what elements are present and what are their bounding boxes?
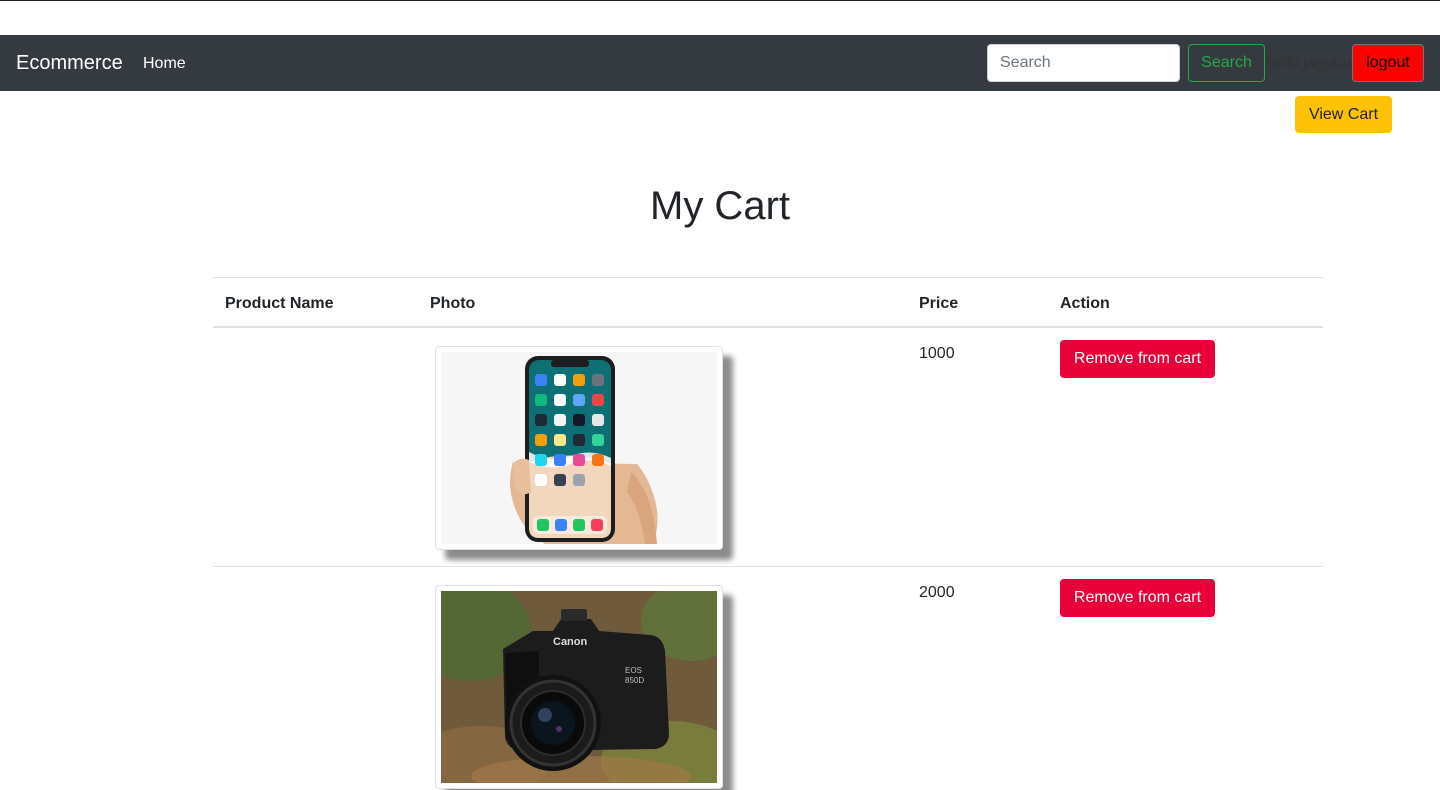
search-input[interactable] xyxy=(987,44,1180,82)
user-greeting: hello jaguuu xyxy=(1265,55,1352,72)
product-photo-phone xyxy=(435,346,723,550)
brand-link[interactable]: Ecommerce xyxy=(16,51,123,75)
product-price: 2000 xyxy=(919,584,955,601)
search-button[interactable]: Search xyxy=(1188,44,1265,82)
view-cart-button[interactable]: View Cart xyxy=(1295,96,1392,133)
table-row: Canon EOS 850D 2000 Remove from cart xyxy=(213,567,1323,790)
header-action: Action xyxy=(1060,295,1110,312)
remove-from-cart-button[interactable]: Remove from cart xyxy=(1060,579,1215,617)
navbar: Ecommerce Home Search hello jaguuu logou… xyxy=(0,35,1440,91)
header-price: Price xyxy=(919,295,959,312)
nav-home-link[interactable]: Home xyxy=(143,54,186,74)
header-product-name: Product Name xyxy=(225,295,334,312)
camera-photo: Canon EOS 850D xyxy=(441,591,717,783)
logout-button[interactable]: logout xyxy=(1352,44,1424,82)
svg-text:850D: 850D xyxy=(625,676,644,685)
product-price: 1000 xyxy=(919,345,955,362)
svg-text:EOS: EOS xyxy=(625,666,642,675)
phone-photo xyxy=(441,352,717,544)
table-header: Product Name Photo Price Action xyxy=(213,277,1323,328)
table-row: 1000 Remove from cart xyxy=(213,328,1323,567)
page-title: My Cart xyxy=(650,184,790,228)
cart-table: Product Name Photo Price Action 1000 Rem… xyxy=(213,277,1323,790)
header-photo: Photo xyxy=(430,295,476,312)
product-photo-camera: Canon EOS 850D xyxy=(435,585,723,789)
remove-from-cart-button[interactable]: Remove from cart xyxy=(1060,340,1215,378)
top-border xyxy=(0,0,1440,1)
svg-text:Canon: Canon xyxy=(553,636,588,648)
